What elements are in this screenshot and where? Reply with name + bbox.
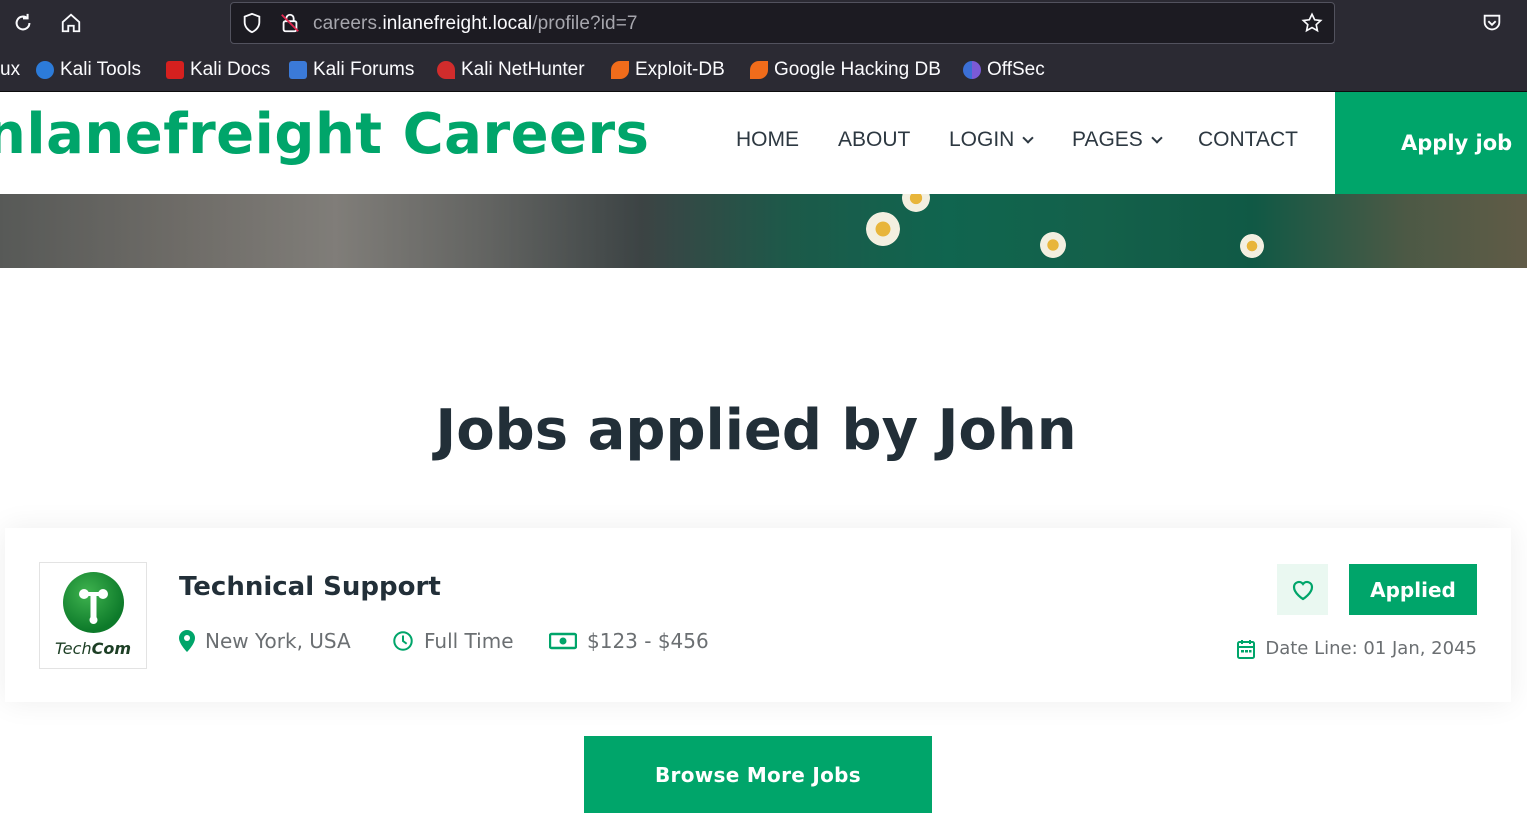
- flower-decoration: [1040, 232, 1066, 258]
- bookmark-kali-tools[interactable]: Kali Tools: [36, 59, 141, 81]
- nav-home[interactable]: HOME: [736, 128, 799, 152]
- bookmark-label: Exploit-DB: [635, 59, 725, 80]
- bookmarks-bar: ux Kali Tools Kali Docs Kali Forums Kali…: [0, 46, 1527, 92]
- favorite-button[interactable]: [1277, 564, 1328, 615]
- bookmark-exploit-db[interactable]: Exploit-DB: [611, 59, 725, 81]
- money-icon: [549, 632, 577, 650]
- bookmark-label: Kali Tools: [60, 59, 141, 80]
- apply-job-button[interactable]: Apply job: [1335, 92, 1527, 194]
- nav-home-label: HOME: [736, 128, 799, 151]
- url-prefix: careers.: [313, 13, 383, 34]
- kali-tools-icon: [36, 61, 54, 79]
- flower-decoration: [1240, 234, 1264, 258]
- site-logo[interactable]: nlanefreight Careers: [0, 102, 650, 167]
- kali-forums-icon: [289, 61, 307, 79]
- job-title[interactable]: Technical Support: [179, 572, 441, 602]
- nav-contact-label: CONTACT: [1198, 128, 1298, 151]
- bookmark-label: Kali NetHunter: [461, 59, 585, 80]
- job-salary-text: $123 - $456: [587, 629, 709, 653]
- offsec-icon: [963, 61, 981, 79]
- url-path: /profile?id=7: [532, 13, 638, 34]
- hero-banner-image: [0, 194, 1527, 268]
- nav-about[interactable]: ABOUT: [838, 128, 910, 152]
- company-logo-text: TechCom: [40, 639, 146, 658]
- job-dateline: Date Line: 01 Jan, 2045: [1237, 638, 1477, 659]
- bookmark-label: ux: [0, 59, 21, 80]
- bookmark-offsec[interactable]: OffSec: [963, 59, 1045, 81]
- bookmark-label: Google Hacking DB: [774, 59, 941, 80]
- techcom-logo-icon: [63, 572, 124, 633]
- chevron-down-icon: [1151, 132, 1163, 144]
- job-type-text: Full Time: [424, 629, 514, 653]
- kali-nethunter-icon: [437, 61, 455, 79]
- bookmark-label: Kali Forums: [313, 59, 415, 80]
- url-text[interactable]: careers.inlanefreight.local/profile?id=7: [313, 13, 638, 35]
- reload-icon[interactable]: [10, 10, 36, 36]
- job-card: TechCom Technical Support New York, USA …: [5, 528, 1511, 702]
- clock-icon: [393, 631, 413, 651]
- flower-decoration: [902, 194, 930, 212]
- nav-login-label: LOGIN: [949, 128, 1015, 151]
- bookmark-google-hacking-db[interactable]: Google Hacking DB: [750, 59, 941, 81]
- bookmark-kali-docs[interactable]: Kali Docs: [166, 59, 270, 81]
- job-dateline-text: Date Line: 01 Jan, 2045: [1265, 638, 1477, 659]
- job-salary: $123 - $456: [549, 629, 709, 653]
- browser-toolbar: careers.inlanefreight.local/profile?id=7: [0, 0, 1527, 46]
- job-type: Full Time: [392, 629, 514, 653]
- nav-about-label: ABOUT: [838, 128, 911, 151]
- bookmark-label: OffSec: [987, 59, 1045, 80]
- chevron-down-icon: [1022, 132, 1035, 144]
- bookmark-item[interactable]: ux: [0, 59, 20, 81]
- kali-docs-icon: [166, 61, 184, 79]
- shield-icon[interactable]: [239, 10, 265, 36]
- nav-pages[interactable]: PAGES: [1072, 128, 1163, 152]
- browse-more-jobs-button[interactable]: Browse More Jobs: [584, 736, 932, 813]
- bookmark-kali-nethunter[interactable]: Kali NetHunter: [437, 59, 585, 81]
- site-header: nlanefreight Careers HOME ABOUT LOGIN PA…: [0, 92, 1527, 194]
- job-location: New York, USA: [179, 629, 351, 653]
- nav-contact[interactable]: CONTACT: [1198, 128, 1298, 152]
- nav-login[interactable]: LOGIN: [949, 128, 1035, 152]
- logo-text-part: Com: [91, 639, 131, 658]
- page-title: Jobs applied by John: [435, 398, 1077, 463]
- bookmark-kali-forums[interactable]: Kali Forums: [289, 59, 414, 81]
- applied-button[interactable]: Applied: [1349, 564, 1477, 615]
- nav-pages-label: PAGES: [1072, 128, 1143, 151]
- url-domain: inlanefreight.local: [382, 13, 533, 34]
- pocket-icon[interactable]: [1479, 10, 1505, 36]
- exploit-db-icon: [611, 61, 629, 79]
- flower-decoration: [866, 212, 900, 246]
- heart-icon: [1292, 580, 1313, 600]
- logo-text-part: Tech: [55, 639, 92, 658]
- address-bar[interactable]: careers.inlanefreight.local/profile?id=7: [230, 2, 1335, 44]
- bookmark-star-icon[interactable]: [1299, 10, 1325, 36]
- company-logo[interactable]: TechCom: [39, 562, 147, 669]
- insecure-lock-icon[interactable]: [277, 10, 303, 36]
- calendar-icon: [1237, 639, 1256, 659]
- google-hacking-db-icon: [750, 61, 768, 79]
- home-icon[interactable]: [58, 10, 84, 36]
- job-location-text: New York, USA: [205, 629, 351, 653]
- bookmark-label: Kali Docs: [190, 59, 271, 80]
- map-pin-icon: [179, 630, 195, 652]
